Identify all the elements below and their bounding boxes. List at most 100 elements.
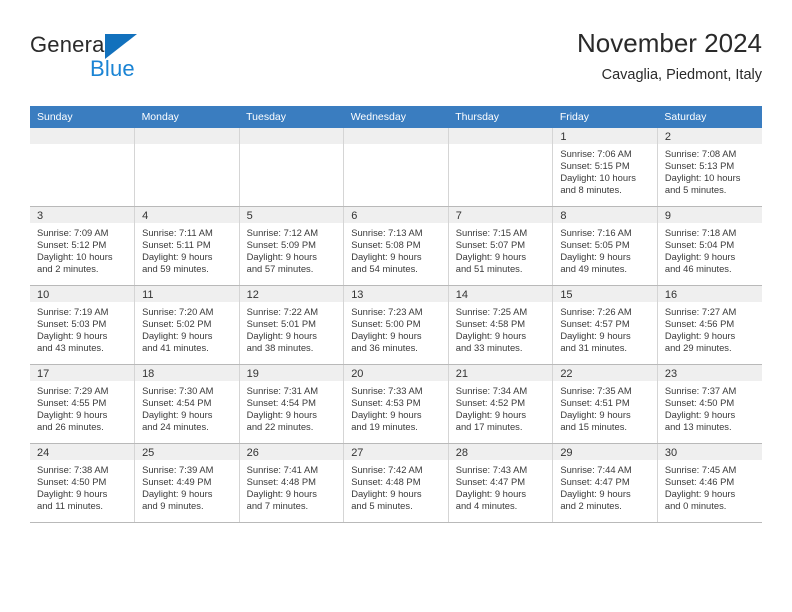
calendar-day-cell[interactable]: 23 Sunrise: 7:37 AM Sunset: 4:50 PM Dayligh… xyxy=(657,364,762,444)
day-number: 2 xyxy=(657,128,762,144)
day-number: 13 xyxy=(344,286,448,302)
day-details: Sunrise: 7:06 AM Sunset: 5:15 PM Daylight:… xyxy=(553,144,657,196)
day-detail-line: and 5 minutes. xyxy=(664,184,727,196)
day-detail-line: Daylight: 9 hours xyxy=(560,409,631,421)
day-detail-line: and 17 minutes. xyxy=(455,421,523,433)
day-detail-line: Daylight: 9 hours xyxy=(142,409,213,421)
calendar-day-cell[interactable]: 20 Sunrise: 7:33 AM Sunset: 4:53 PM Dayligh… xyxy=(343,364,449,444)
calendar-day-cell[interactable]: 12 Sunrise: 7:22 AM Sunset: 5:01 PM Dayligh… xyxy=(239,285,345,365)
day-detail-line: Sunrise: 7:43 AM xyxy=(455,464,528,475)
calendar-week-row: 3 Sunrise: 7:09 AM Sunset: 5:12 PM Daylight… xyxy=(30,206,762,286)
calendar-day-cell[interactable]: 14 Sunrise: 7:25 AM Sunset: 4:58 PM Dayligh… xyxy=(448,285,554,365)
day-number: 12 xyxy=(239,286,344,302)
calendar-day-cell[interactable]: 29 Sunrise: 7:44 AM Sunset: 4:47 PM Dayligh… xyxy=(552,443,658,523)
day-details: Sunrise: 7:12 AM Sunset: 5:09 PM Daylight:… xyxy=(240,223,344,275)
calendar-day-cell[interactable]: 15 Sunrise: 7:26 AM Sunset: 4:57 PM Dayligh… xyxy=(552,285,658,365)
day-detail-line: Daylight: 9 hours xyxy=(37,330,108,342)
calendar-day-cell[interactable]: 1 Sunrise: 7:06 AM Sunset: 5:15 PM Daylight… xyxy=(552,128,658,207)
day-detail-line: Sunset: 5:08 PM xyxy=(351,239,421,251)
calendar-day-cell[interactable]: 8 Sunrise: 7:16 AM Sunset: 5:05 PM Daylight… xyxy=(552,206,658,286)
day-detail-line: Daylight: 9 hours xyxy=(455,488,527,500)
day-number: 11 xyxy=(135,286,239,302)
day-detail-line: Daylight: 9 hours xyxy=(560,251,631,263)
day-detail-line: Daylight: 9 hours xyxy=(664,488,736,500)
day-detail-line: Sunrise: 7:25 AM xyxy=(455,306,528,317)
day-detail-line: Sunrise: 7:42 AM xyxy=(351,464,423,475)
day-number xyxy=(344,128,448,144)
calendar-day-cell[interactable]: 22 Sunrise: 7:35 AM Sunset: 4:51 PM Dayligh… xyxy=(552,364,658,444)
weekday-header-sunday: Sunday xyxy=(30,106,135,128)
day-number: 3 xyxy=(30,207,135,223)
day-detail-line: and 13 minutes. xyxy=(664,421,732,433)
calendar-day-cell[interactable]: 19 Sunrise: 7:31 AM Sunset: 4:54 PM Dayligh… xyxy=(239,364,345,444)
weekday-header-thursday: Thursday xyxy=(448,106,553,128)
day-detail-line: Daylight: 9 hours xyxy=(455,330,527,342)
calendar-day-cell[interactable]: 16 Sunrise: 7:27 AM Sunset: 4:56 PM Dayligh… xyxy=(657,285,762,365)
calendar-day-cell[interactable]: 26 Sunrise: 7:41 AM Sunset: 4:48 PM Dayligh… xyxy=(239,443,345,523)
day-detail-line: Sunset: 4:47 PM xyxy=(455,476,526,488)
calendar-day-cell[interactable]: 5 Sunrise: 7:12 AM Sunset: 5:09 PM Daylight… xyxy=(239,206,345,286)
calendar-day-cell[interactable]: 17 Sunrise: 7:29 AM Sunset: 4:55 PM Dayligh… xyxy=(30,364,136,444)
day-detail-line: and 2 minutes. xyxy=(560,500,622,512)
day-number: 18 xyxy=(135,365,239,381)
day-number: 24 xyxy=(30,444,135,460)
day-detail-line: Sunrise: 7:45 AM xyxy=(664,464,737,475)
calendar-day-cell[interactable]: 6 Sunrise: 7:13 AM Sunset: 5:08 PM Daylight… xyxy=(343,206,449,286)
weekday-header-saturday: Saturday xyxy=(657,106,762,128)
day-number: 6 xyxy=(344,207,448,223)
calendar-week-row: 17 Sunrise: 7:29 AM Sunset: 4:55 PM Dayligh… xyxy=(30,364,762,444)
day-detail-line: and 2 minutes. xyxy=(37,263,99,275)
day-details: Sunrise: 7:34 AM Sunset: 4:52 PM Daylight:… xyxy=(449,381,553,433)
day-detail-line: Sunrise: 7:35 AM xyxy=(560,385,632,396)
calendar-day-cell[interactable]: 24 Sunrise: 7:38 AM Sunset: 4:50 PM Dayligh… xyxy=(30,443,136,523)
day-details: Sunrise: 7:18 AM Sunset: 5:04 PM Daylight:… xyxy=(658,223,762,275)
calendar-day-cell[interactable]: 9 Sunrise: 7:18 AM Sunset: 5:04 PM Daylight… xyxy=(657,206,762,286)
day-details: Sunrise: 7:29 AM Sunset: 4:55 PM Daylight:… xyxy=(30,381,134,433)
day-details xyxy=(135,144,239,148)
calendar-day-cell[interactable]: 30 Sunrise: 7:45 AM Sunset: 4:46 PM Dayligh… xyxy=(657,443,762,523)
calendar-day-cell[interactable]: 18 Sunrise: 7:30 AM Sunset: 4:54 PM Dayligh… xyxy=(134,364,240,444)
day-details: Sunrise: 7:20 AM Sunset: 5:02 PM Daylight:… xyxy=(135,302,239,354)
day-details: Sunrise: 7:37 AM Sunset: 4:50 PM Daylight:… xyxy=(658,381,762,433)
day-detail-line: Sunrise: 7:06 AM xyxy=(560,148,632,159)
calendar-day-cell[interactable]: 28 Sunrise: 7:43 AM Sunset: 4:47 PM Dayligh… xyxy=(448,443,554,523)
calendar-day-cell[interactable]: 27 Sunrise: 7:42 AM Sunset: 4:48 PM Dayligh… xyxy=(343,443,449,523)
day-detail-line: Daylight: 9 hours xyxy=(246,251,317,263)
day-detail-line: Daylight: 10 hours xyxy=(560,172,636,184)
day-detail-line: Daylight: 9 hours xyxy=(246,488,317,500)
day-detail-line: and 33 minutes. xyxy=(455,342,523,354)
calendar-week-row: 24 Sunrise: 7:38 AM Sunset: 4:50 PM Dayligh… xyxy=(30,443,762,523)
page-header: General Blue November 2024 Cavaglia, Pie… xyxy=(30,26,762,98)
brand-logo[interactable]: General Blue xyxy=(30,32,270,94)
calendar-page: General Blue November 2024 Cavaglia, Pie… xyxy=(0,0,792,612)
calendar-day-cell[interactable]: 4 Sunrise: 7:11 AM Sunset: 5:11 PM Daylight… xyxy=(134,206,240,286)
calendar-day-cell[interactable]: 13 Sunrise: 7:23 AM Sunset: 5:00 PM Dayligh… xyxy=(343,285,449,365)
day-detail-line: Sunrise: 7:26 AM xyxy=(560,306,632,317)
day-details: Sunrise: 7:11 AM Sunset: 5:11 PM Daylight:… xyxy=(135,223,239,275)
calendar-day-cell[interactable]: 10 Sunrise: 7:19 AM Sunset: 5:03 PM Dayligh… xyxy=(30,285,136,365)
day-detail-line: Sunset: 5:01 PM xyxy=(246,318,316,330)
calendar-day-cell[interactable]: 7 Sunrise: 7:15 AM Sunset: 5:07 PM Daylight… xyxy=(448,206,554,286)
calendar-day-cell[interactable]: 11 Sunrise: 7:20 AM Sunset: 5:02 PM Dayligh… xyxy=(134,285,240,365)
calendar-day-cell[interactable]: 3 Sunrise: 7:09 AM Sunset: 5:12 PM Daylight… xyxy=(30,206,136,286)
day-detail-line: Sunrise: 7:30 AM xyxy=(142,385,214,396)
day-detail-line: Sunset: 4:56 PM xyxy=(664,318,735,330)
calendar-day-cell[interactable]: 21 Sunrise: 7:34 AM Sunset: 4:52 PM Dayligh… xyxy=(448,364,554,444)
day-detail-line: and 26 minutes. xyxy=(37,421,104,433)
day-detail-line: and 59 minutes. xyxy=(142,263,209,275)
day-details: Sunrise: 7:39 AM Sunset: 4:49 PM Daylight:… xyxy=(135,460,239,512)
day-detail-line: Sunrise: 7:34 AM xyxy=(455,385,528,396)
day-details: Sunrise: 7:44 AM Sunset: 4:47 PM Daylight:… xyxy=(553,460,657,512)
day-number: 28 xyxy=(448,444,553,460)
day-detail-line: and 24 minutes. xyxy=(142,421,209,433)
day-detail-line: Sunset: 4:49 PM xyxy=(142,476,212,488)
day-detail-line: Sunset: 4:58 PM xyxy=(455,318,526,330)
calendar-day-cell[interactable]: 2 Sunrise: 7:08 AM Sunset: 5:13 PM Daylight… xyxy=(657,128,762,207)
calendar-body: 1 Sunrise: 7:06 AM Sunset: 5:15 PM Daylight… xyxy=(30,128,762,523)
page-title: November 2024 xyxy=(577,28,762,58)
day-number: 25 xyxy=(135,444,239,460)
day-detail-line: Daylight: 9 hours xyxy=(351,330,422,342)
day-number xyxy=(30,128,135,144)
day-detail-line: Daylight: 10 hours xyxy=(664,172,741,184)
calendar-day-cell[interactable]: 25 Sunrise: 7:39 AM Sunset: 4:49 PM Dayligh… xyxy=(134,443,240,523)
